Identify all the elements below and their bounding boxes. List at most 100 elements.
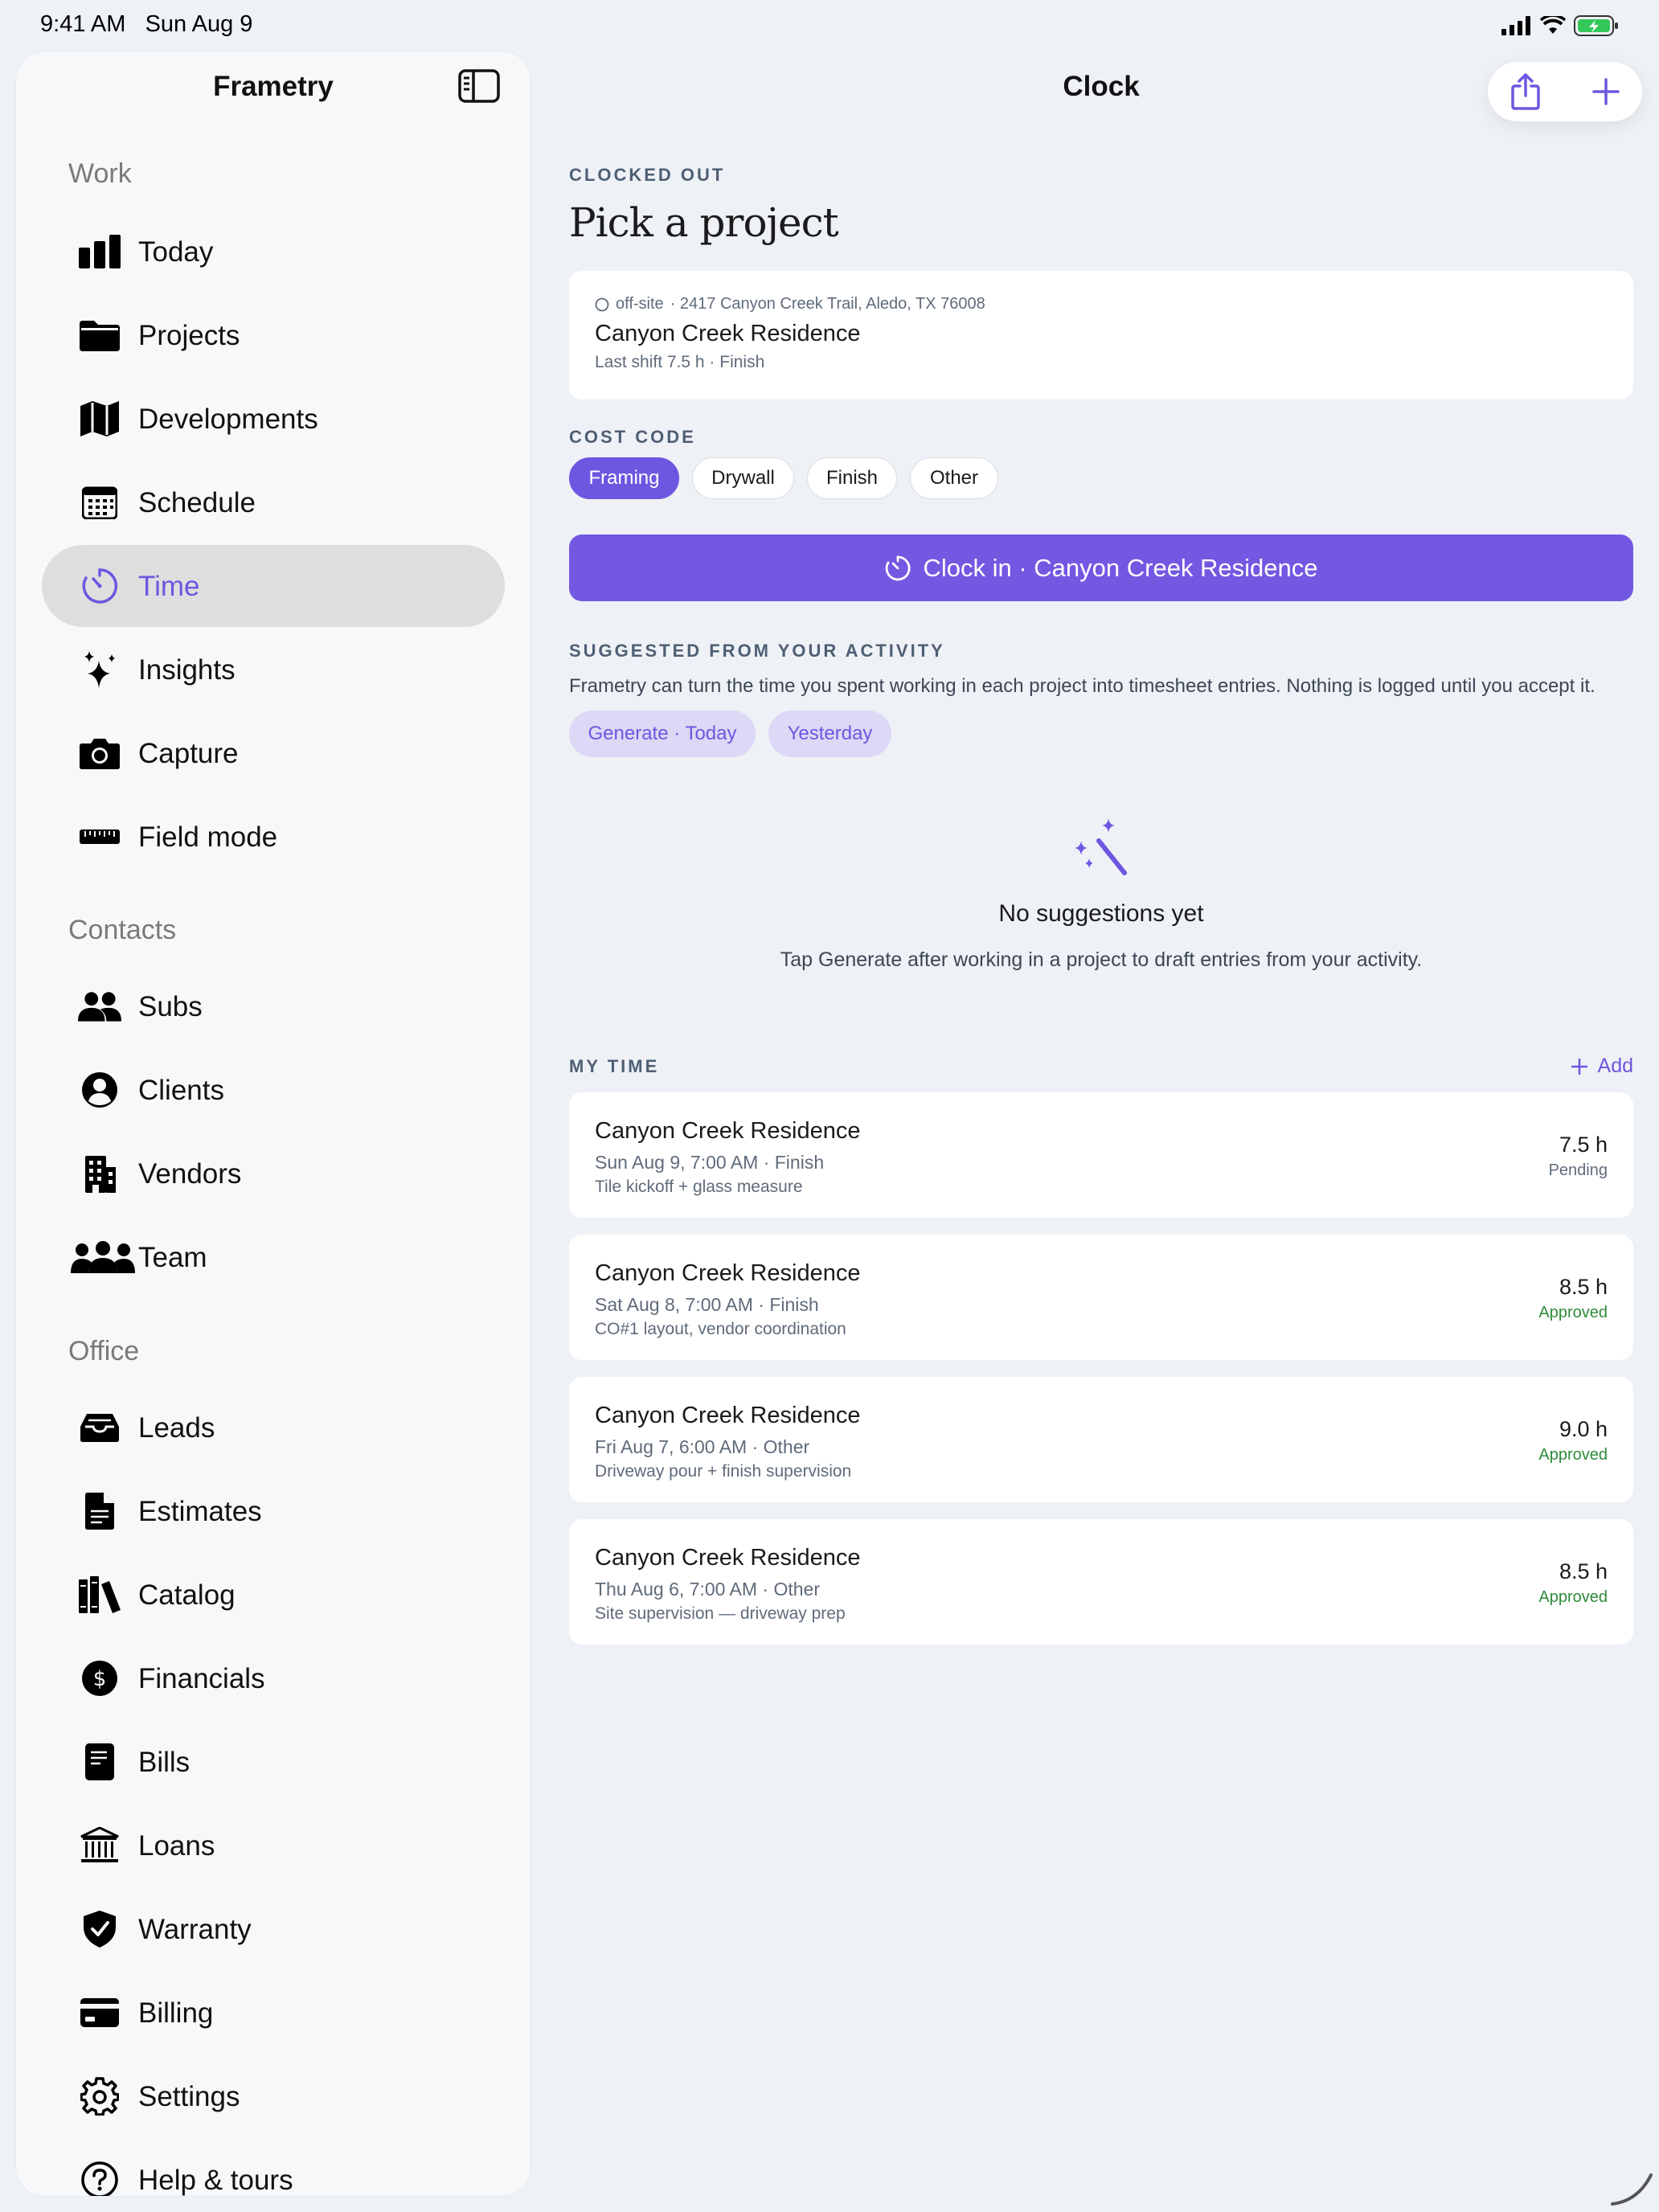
- entry-note: CO#1 layout, vendor coordination: [595, 1320, 846, 1338]
- entry-project: Canyon Creek Residence: [595, 1118, 861, 1144]
- project-card[interactable]: off-site · 2417 Canyon Creek Trail, Aled…: [569, 271, 1633, 399]
- entry-project: Canyon Creek Residence: [595, 1260, 861, 1286]
- share-button[interactable]: [1505, 72, 1546, 112]
- sidebar-item-help[interactable]: Help & tours: [42, 2139, 505, 2196]
- project-address: · 2417 Canyon Creek Trail, Aledo, TX 760…: [670, 295, 985, 313]
- sidebar-toggle-icon[interactable]: [458, 69, 500, 103]
- sidebar-item-label: Estimates: [138, 1496, 262, 1527]
- project-site: off-site: [616, 295, 664, 313]
- entry-status-badge: Approved: [1538, 1588, 1608, 1606]
- add-time-link[interactable]: Add: [1571, 1055, 1633, 1078]
- people-icon: [78, 986, 121, 1026]
- app-title: Frametry: [213, 71, 334, 102]
- tray-icon: [78, 1407, 121, 1448]
- sidebar-item-financials[interactable]: $ Financials: [42, 1637, 505, 1719]
- sidebar-item-label: Schedule: [138, 487, 256, 518]
- sidebar-item-loans[interactable]: Loans: [42, 1804, 505, 1886]
- gear-icon: [78, 2076, 121, 2116]
- add-button[interactable]: [1586, 72, 1626, 112]
- sidebar-item-estimates[interactable]: Estimates: [42, 1470, 505, 1552]
- cost-code-chip-framing[interactable]: Framing: [569, 457, 679, 499]
- bill-icon: [78, 1742, 121, 1782]
- bar-chart-icon: [78, 231, 121, 272]
- signal-icon: [1501, 16, 1530, 35]
- entry-project: Canyon Creek Residence: [595, 1545, 861, 1571]
- entry-note: Tile kickoff + glass measure: [595, 1178, 803, 1196]
- sparkles-icon: [78, 649, 121, 690]
- generate-yesterday-button[interactable]: Yesterday: [768, 711, 891, 757]
- sidebar-item-billing[interactable]: Billing: [42, 1972, 505, 2054]
- help-circle-icon: [78, 2160, 121, 2196]
- time-entry-row[interactable]: Canyon Creek Residence Thu Aug 6, 7:00 A…: [569, 1519, 1633, 1645]
- cost-code-chip-finish[interactable]: Finish: [807, 457, 897, 499]
- sidebar-item-developments[interactable]: Developments: [42, 378, 505, 460]
- magic-wand-icon: [1075, 818, 1127, 875]
- sidebar-item-today[interactable]: Today: [42, 211, 505, 293]
- sidebar-item-label: Time: [138, 571, 200, 602]
- entry-hours: 8.5 h: [1559, 1275, 1608, 1299]
- folder-icon: [78, 315, 121, 355]
- project-name: Canyon Creek Residence: [595, 321, 861, 346]
- sidebar-item-label: Projects: [138, 320, 240, 351]
- suggestions-label: SUGGESTED FROM YOUR ACTIVITY: [569, 641, 945, 661]
- sidebar-item-label: Developments: [138, 403, 318, 435]
- entry-status-badge: Approved: [1538, 1304, 1608, 1321]
- timer-icon: [78, 566, 121, 606]
- sidebar-item-team[interactable]: Team: [42, 1216, 505, 1298]
- sidebar-item-capture[interactable]: Capture: [42, 712, 505, 794]
- clock-status-label: CLOCKED OUT: [569, 165, 726, 185]
- time-entry-row[interactable]: Canyon Creek Residence Sun Aug 9, 7:00 A…: [569, 1092, 1633, 1218]
- sidebar-item-bills[interactable]: Bills: [42, 1721, 505, 1803]
- entry-project: Canyon Creek Residence: [595, 1403, 861, 1428]
- status-indicators: [1501, 14, 1619, 37]
- sidebar-item-label: Bills: [138, 1747, 190, 1778]
- circle-icon: [595, 297, 609, 311]
- empty-state-title: No suggestions yet: [998, 900, 1204, 927]
- resize-handle-icon[interactable]: [1606, 2159, 1654, 2207]
- generate-today-button[interactable]: Generate · Today: [569, 711, 756, 757]
- headline: Pick a project: [569, 199, 839, 246]
- status-time: 9:41 AM Sun Aug 9: [40, 11, 252, 38]
- credit-card-icon: [78, 1993, 121, 2033]
- svg-text:$: $: [93, 1667, 107, 1691]
- entry-hours: 8.5 h: [1559, 1559, 1608, 1583]
- status-bar: 9:41 AM Sun Aug 9: [0, 0, 1659, 51]
- sidebar-item-field-mode[interactable]: Field mode: [42, 796, 505, 878]
- sidebar-header: Frametry: [16, 51, 530, 122]
- sidebar-item-label: Settings: [138, 2081, 240, 2112]
- sidebar-item-leads[interactable]: Leads: [42, 1387, 505, 1469]
- dollar-circle-icon: $: [78, 1658, 121, 1698]
- clock-in-label: Clock in · Canyon Creek Residence: [923, 553, 1318, 582]
- share-icon: [1511, 73, 1540, 110]
- sidebar-item-settings[interactable]: Settings: [42, 2055, 505, 2137]
- sidebar-item-projects[interactable]: Projects: [42, 294, 505, 376]
- sidebar-item-time[interactable]: Time: [42, 545, 505, 627]
- sidebar-item-label: Capture: [138, 738, 239, 769]
- entry-date: Fri Aug 7, 6:00 AM · Other: [595, 1436, 810, 1457]
- sidebar-item-subs[interactable]: Subs: [42, 965, 505, 1047]
- sidebar-item-catalog[interactable]: Catalog: [42, 1554, 505, 1636]
- cost-code-chip-drywall[interactable]: Drywall: [692, 457, 794, 499]
- sidebar-item-label: Loans: [138, 1830, 215, 1862]
- entry-status-badge: Pending: [1548, 1161, 1608, 1179]
- sidebar-item-schedule[interactable]: Schedule: [42, 461, 505, 543]
- sidebar-item-warranty[interactable]: Warranty: [42, 1888, 505, 1970]
- clock-in-button[interactable]: Clock in · Canyon Creek Residence: [569, 535, 1633, 601]
- map-icon: [78, 399, 121, 439]
- entry-hours: 9.0 h: [1559, 1417, 1608, 1441]
- sidebar-item-label: Insights: [138, 654, 236, 686]
- time-entry-row[interactable]: Canyon Creek Residence Sat Aug 8, 7:00 A…: [569, 1235, 1633, 1360]
- cost-code-chip-other[interactable]: Other: [910, 457, 998, 499]
- sidebar-item-label: Vendors: [138, 1158, 242, 1190]
- sidebar-item-insights[interactable]: Insights: [42, 629, 505, 711]
- sidebar-item-label: Help & tours: [138, 2165, 293, 2196]
- sidebar-item-label: Financials: [138, 1663, 265, 1694]
- sidebar-item-label: Field mode: [138, 821, 278, 853]
- sidebar-item-label: Leads: [138, 1412, 215, 1444]
- project-last-shift: Last shift 7.5 h · Finish: [595, 353, 765, 371]
- timer-icon: [886, 555, 911, 580]
- sidebar-item-clients[interactable]: Clients: [42, 1049, 505, 1131]
- time-entry-row[interactable]: Canyon Creek Residence Fri Aug 7, 6:00 A…: [569, 1377, 1633, 1502]
- document-icon: [78, 1491, 121, 1531]
- sidebar-item-vendors[interactable]: Vendors: [42, 1133, 505, 1215]
